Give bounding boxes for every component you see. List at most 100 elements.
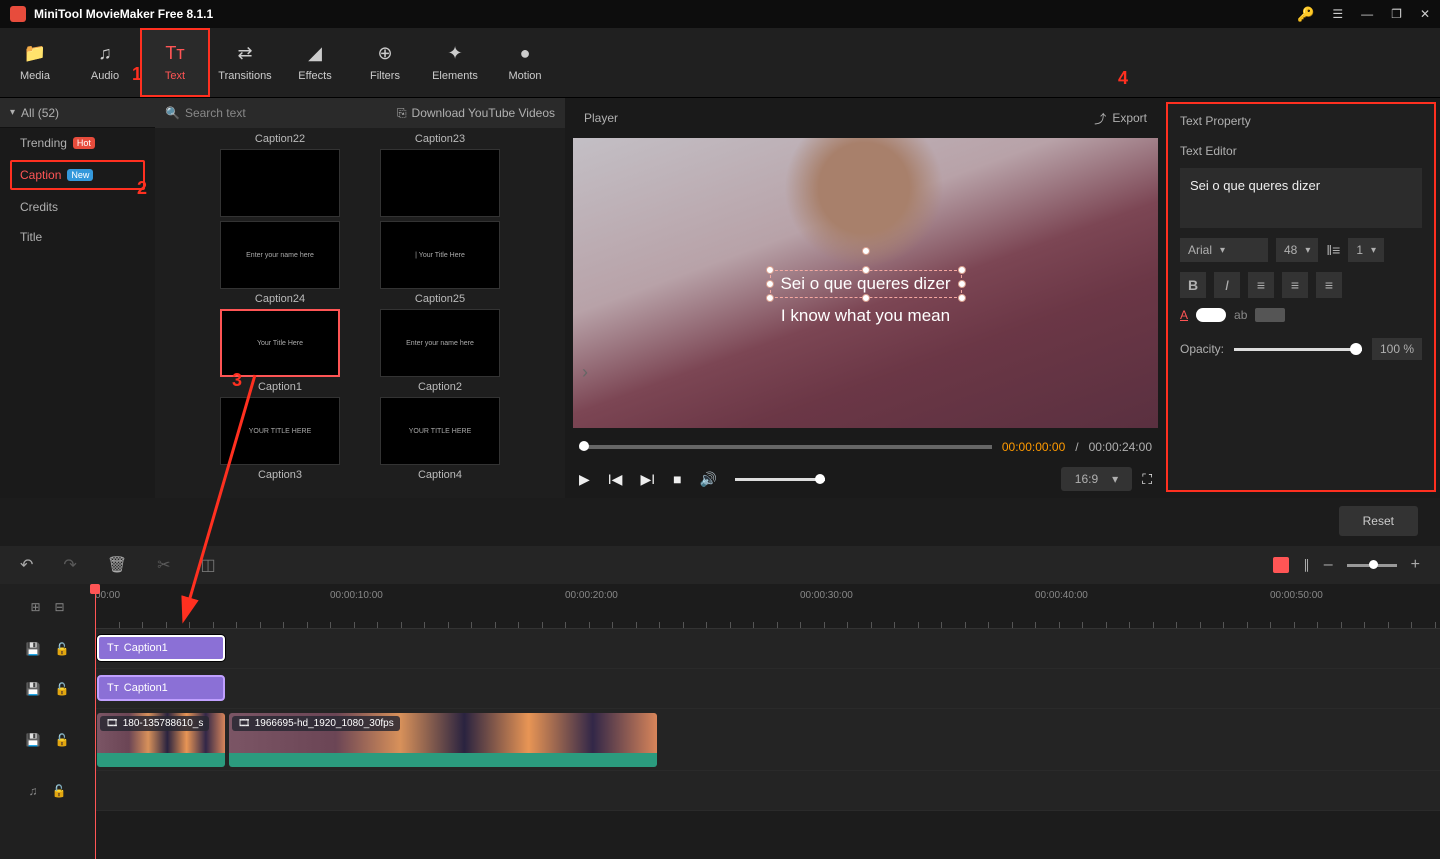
panel-collapse-icon[interactable]: › [582,362,588,383]
fullscreen-button[interactable]: ⛶ [1142,471,1152,488]
align-left-button[interactable]: ≡ [1248,272,1274,298]
export-label: Export [1112,111,1147,125]
ruler-tick: 00:00:40:00 [1035,590,1088,601]
category-trending[interactable]: TrendingHot [0,128,155,158]
lock-icon[interactable]: 🔓 [52,784,67,798]
stop-button[interactable]: ■ [673,471,681,487]
text-track-2[interactable]: TᴛCaption1 [95,669,1440,709]
bold-button[interactable]: B [1180,272,1206,298]
library-item[interactable]: Caption22 [220,133,340,217]
text-editor-input[interactable] [1180,168,1422,228]
download-youtube-link[interactable]: ⎘ Download YouTube Videos [397,106,555,121]
library-thumbnail[interactable]: YOUR TITLE HERE [380,397,500,465]
next-frame-button[interactable]: ▶I [640,471,655,488]
track-manage-icon[interactable]: ⊟ [55,600,65,614]
crop-button[interactable]: ◫ [201,555,216,575]
library-thumbnail[interactable]: | Your Title Here [380,221,500,289]
zoom-slider[interactable] [1347,564,1397,567]
split-button[interactable]: ✂ [157,555,170,575]
audio-track[interactable] [95,771,1440,811]
video-clip[interactable]: 🎞180-135788610_s [97,713,225,767]
lock-icon[interactable]: 🔓 [55,733,70,747]
library-item[interactable]: Enter your name hereCaption24 [220,221,340,305]
snap-button[interactable] [1273,557,1289,573]
zoom-out-button[interactable]: – [1324,556,1333,574]
align-right-button[interactable]: ≡ [1316,272,1342,298]
minimize-icon[interactable]: — [1361,7,1373,21]
category-credits[interactable]: Credits [0,192,155,222]
ruler-tick: 00:00:10:00 [330,590,383,601]
video-track[interactable]: 🎞180-135788610_s🎞1966695-hd_1920_1080_30… [95,709,1440,771]
save-icon[interactable]: 💾 [26,682,41,696]
library-thumbnail[interactable]: Enter your name here [220,221,340,289]
fit-button[interactable]: ∥ [1303,557,1310,573]
text-color-picker[interactable] [1196,308,1226,322]
zoom-in-button[interactable]: + [1411,556,1420,574]
tab-text[interactable]: TᴛText [140,28,210,97]
close-icon[interactable]: ✕ [1420,7,1430,21]
reset-button[interactable]: Reset [1339,506,1418,536]
library-item[interactable]: Caption23 [380,133,500,217]
text-clip[interactable]: TᴛCaption1 [97,675,225,701]
font-size-select[interactable]: 48▾ [1276,238,1318,262]
opacity-slider[interactable] [1234,348,1362,351]
playhead[interactable] [95,584,96,859]
key-icon[interactable]: 🔑 [1297,6,1314,23]
prev-frame-button[interactable]: I◀ [608,471,623,488]
text-overlay-selected[interactable]: Sei o que queres dizer [769,270,961,298]
line-height-select[interactable]: 1▾ [1348,238,1384,262]
tab-audio[interactable]: ♫Audio [70,28,140,97]
category-all[interactable]: ▾ All (52) [0,98,155,128]
line-height-icon: ‖≡ [1326,242,1340,258]
category-title[interactable]: Title [0,222,155,252]
chevron-down-icon: ▾ [1112,472,1118,486]
align-center-button[interactable]: ≡ [1282,272,1308,298]
maximize-icon[interactable]: ❐ [1391,7,1402,21]
menu-icon[interactable]: ☰ [1332,7,1343,21]
download-icon: ⎘ [397,106,407,121]
export-button[interactable]: ⤴ Export [1094,110,1147,127]
undo-button[interactable]: ↶ [20,555,33,575]
search-input[interactable]: 🔍 Search text [165,106,246,120]
lock-icon[interactable]: 🔓 [55,682,70,696]
library-item[interactable]: Enter your name hereCaption2 [380,309,500,393]
library-item[interactable]: YOUR TITLE HERECaption3 [220,397,340,481]
category-caption[interactable]: CaptionNew [10,160,145,190]
library-thumbnail[interactable]: Enter your name here [380,309,500,377]
library-item[interactable]: | Your Title HereCaption25 [380,221,500,305]
redo-button[interactable]: ↷ [63,555,76,575]
font-select[interactable]: Arial▾ [1180,238,1268,262]
volume-slider[interactable] [735,478,825,481]
tab-filters[interactable]: ⊕Filters [350,28,420,97]
tab-elements[interactable]: ✦Elements [420,28,490,97]
library-thumbnail[interactable]: Your Title Here [220,309,340,377]
tab-motion[interactable]: ●Motion [490,28,560,97]
opacity-value: 100 % [1372,338,1422,360]
highlight-color-picker[interactable] [1255,308,1285,322]
save-icon[interactable]: 💾 [26,733,41,747]
text-editor-label: Text Editor [1180,144,1422,158]
video-clip[interactable]: 🎞1966695-hd_1920_1080_30fps [229,713,657,767]
save-icon[interactable]: 💾 [26,642,41,656]
library-item[interactable]: Your Title HereCaption1 [220,309,340,393]
add-track-icon[interactable]: ⊞ [30,600,40,614]
library-item[interactable]: YOUR TITLE HERECaption4 [380,397,500,481]
tab-effects[interactable]: ◢Effects [280,28,350,97]
tab-media[interactable]: 📁Media [0,28,70,97]
film-icon: 🎞 [106,718,119,729]
library-thumbnail[interactable] [220,149,340,217]
seek-slider[interactable] [579,445,992,449]
aspect-select[interactable]: 16:9 ▾ [1061,467,1132,491]
tab-transitions[interactable]: ⇄Transitions [210,28,280,97]
play-button[interactable]: ▶ [579,471,590,488]
timeline-ruler[interactable]: 00:0000:00:10:0000:00:20:0000:00:30:0000… [95,584,1440,629]
volume-icon[interactable]: 🔊 [700,471,717,488]
delete-button[interactable]: 🗑 [107,555,127,575]
text-clip[interactable]: TᴛCaption1 [97,635,225,661]
italic-button[interactable]: I [1214,272,1240,298]
player-viewport[interactable]: Sei o que queres dizer I know what you m… [573,138,1158,428]
library-thumbnail[interactable]: YOUR TITLE HERE [220,397,340,465]
lock-icon[interactable]: 🔓 [55,642,70,656]
text-track-1[interactable]: TᴛCaption1 [95,629,1440,669]
library-thumbnail[interactable] [380,149,500,217]
